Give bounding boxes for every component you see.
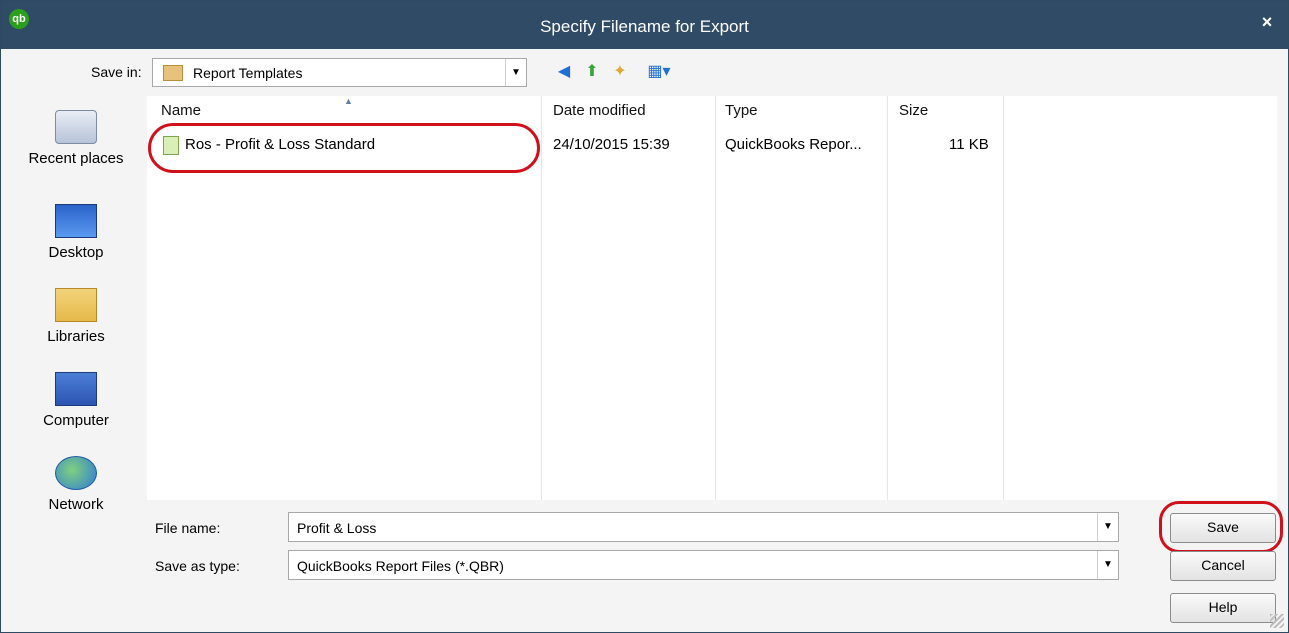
chevron-down-icon[interactable]: ▼ [505, 59, 526, 86]
place-label: Network [48, 496, 104, 513]
chevron-down-icon[interactable]: ▼ [1097, 513, 1118, 541]
column-divider [1003, 96, 1004, 500]
file-type-cell: QuickBooks Repor... [725, 136, 862, 153]
help-button[interactable]: Help [1170, 593, 1276, 623]
export-dialog: qb Specify Filename for Export × Save in… [0, 0, 1289, 633]
save-in-value: Report Templates [193, 65, 303, 81]
file-name-label: File name: [155, 520, 221, 536]
chevron-down-icon[interactable]: ▼ [1097, 551, 1118, 579]
place-libraries[interactable]: Libraries [13, 288, 139, 345]
save-as-type-dropdown[interactable]: QuickBooks Report Files (*.QBR) ▼ [288, 550, 1119, 580]
places-bar: Recent places Desktop Libraries Computer… [13, 98, 139, 596]
recent-places-icon [55, 110, 97, 144]
column-divider [887, 96, 888, 500]
sort-ascending-icon: ▲ [344, 96, 353, 106]
libraries-icon [55, 288, 97, 322]
column-divider [715, 96, 716, 500]
computer-icon [55, 372, 97, 406]
place-computer[interactable]: Computer [13, 372, 139, 429]
folder-icon [163, 65, 183, 81]
up-folder-icon[interactable]: ⬆ [581, 61, 603, 83]
cancel-button[interactable]: Cancel [1170, 551, 1276, 581]
column-divider [541, 96, 542, 500]
resize-grip-icon[interactable] [1270, 614, 1284, 628]
save-highlight-annotation [1159, 501, 1283, 553]
file-name-value: Profit & Loss [297, 520, 377, 536]
place-desktop[interactable]: Desktop [13, 204, 139, 261]
new-folder-icon[interactable]: ✦ [609, 61, 631, 83]
place-recent-places[interactable]: Recent places [13, 110, 139, 167]
file-size-cell: 11 KB [949, 136, 989, 153]
column-header-date-modified[interactable]: Date modified [553, 102, 646, 119]
place-label: Recent places [28, 150, 124, 167]
save-as-type-value: QuickBooks Report Files (*.QBR) [297, 558, 504, 574]
desktop-icon [55, 204, 97, 238]
column-header-type[interactable]: Type [725, 102, 758, 119]
save-in-label: Save in: [91, 64, 142, 80]
close-icon[interactable]: × [1256, 11, 1278, 33]
column-header-size[interactable]: Size [899, 102, 928, 119]
back-icon[interactable]: ◀ [553, 61, 575, 83]
file-date-cell: 24/10/2015 15:39 [553, 136, 670, 153]
dialog-title: Specify Filename for Export [540, 17, 749, 36]
title-bar: qb Specify Filename for Export × [1, 1, 1288, 49]
column-header-name[interactable]: Name [161, 102, 201, 119]
save-in-dropdown[interactable]: Report Templates ▼ [152, 58, 527, 87]
place-network[interactable]: Network [13, 456, 139, 513]
view-menu-icon[interactable]: ▦▾ [641, 61, 677, 83]
network-icon [55, 456, 97, 490]
place-label: Desktop [48, 244, 104, 261]
file-name-field[interactable]: Profit & Loss ▼ [288, 512, 1119, 542]
file-highlight-annotation [148, 123, 540, 173]
place-label: Computer [43, 412, 109, 429]
save-as-type-label: Save as type: [155, 558, 240, 574]
place-label: Libraries [47, 328, 105, 345]
